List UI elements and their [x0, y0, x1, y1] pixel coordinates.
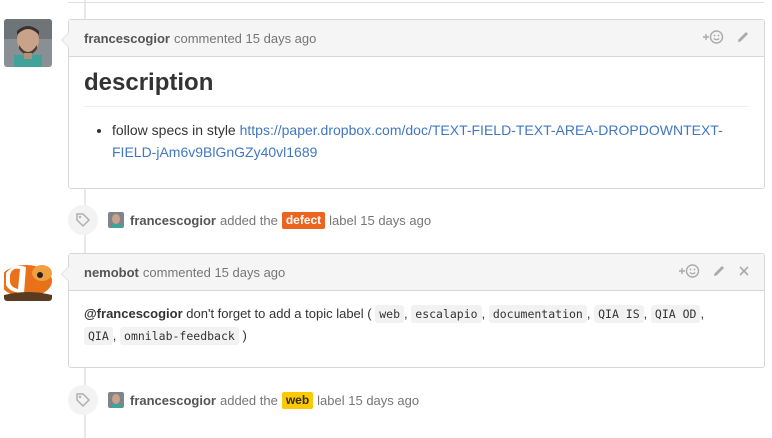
event-text: added the — [219, 212, 278, 228]
event-author[interactable]: francescogior — [130, 393, 216, 408]
tag-icon — [68, 205, 98, 235]
event-time: label 15 days ago — [317, 392, 420, 408]
comment-header: nemobot commented 15 days ago — [69, 254, 764, 291]
avatar-nemobot[interactable] — [4, 253, 52, 301]
separator: , — [112, 328, 117, 343]
tag-icon — [68, 385, 98, 415]
event-text: added the — [219, 392, 278, 408]
comment-action: commented — [173, 30, 242, 46]
pencil-icon[interactable] — [736, 30, 750, 47]
user-mention[interactable]: @francescogior — [84, 306, 183, 321]
comment-time[interactable]: 15 days ago — [246, 31, 317, 46]
avatar-small[interactable] — [108, 212, 124, 228]
topic-label-code: QIA OD — [650, 305, 701, 323]
comment-author[interactable]: nemobot — [84, 265, 139, 280]
label-event-defect: francescogior added the defect label 15 … — [68, 205, 431, 235]
comment-card-nemobot: nemobot commented 15 days ago @francesco… — [61, 253, 765, 368]
topic-label-code: web — [375, 305, 405, 323]
message-text: don't forget to add a topic label ( — [186, 306, 372, 321]
comment-actions — [678, 254, 750, 290]
avatar-francescogior[interactable] — [4, 19, 52, 67]
avatar-small[interactable] — [108, 392, 124, 408]
description-list: follow specs in style https://paper.drop… — [84, 119, 749, 163]
description-heading: description — [84, 57, 749, 107]
bullet-text: follow specs in style — [112, 122, 236, 138]
separator: , — [700, 306, 705, 321]
label-badge-defect[interactable]: defect — [281, 211, 326, 229]
topic-label-code: QIA — [84, 327, 113, 345]
separator: , — [643, 306, 648, 321]
topic-label-code: omnilab-feedback — [120, 327, 239, 345]
topic-label-code: documentation — [488, 305, 587, 323]
comment-card-description: francescogior commented 15 days ago desc… — [61, 19, 765, 189]
event-time: label 15 days ago — [329, 212, 432, 228]
comment-actions — [702, 20, 750, 56]
list-item: follow specs in style https://paper.drop… — [112, 119, 749, 163]
comment-header: francescogior commented 15 days ago — [69, 20, 764, 57]
smiley-plus-icon[interactable] — [702, 29, 724, 48]
spec-link-part1[interactable]: https://paper.dropbox.com/doc/TEXT-FIELD… — [240, 122, 723, 138]
separator: , — [404, 306, 408, 321]
topic-label-code: escalapio — [411, 305, 482, 323]
separator: , — [481, 306, 486, 321]
comment-body: description follow specs in style https:… — [69, 57, 764, 163]
smiley-plus-icon[interactable] — [678, 263, 700, 282]
separator: , — [586, 306, 591, 321]
topic-label-code: QIA IS — [594, 305, 644, 323]
previous-item-edge — [68, 0, 764, 3]
comment-author[interactable]: francescogior — [84, 31, 170, 46]
close-icon[interactable] — [738, 265, 750, 280]
comment-action: commented — [142, 264, 211, 280]
label-badge-web[interactable]: web — [281, 391, 314, 409]
comment-time[interactable]: 15 days ago — [214, 265, 285, 280]
close-paren: ) — [242, 328, 247, 343]
label-event-web: francescogior added the web label 15 day… — [68, 385, 419, 415]
spec-link-part2[interactable]: FIELD-jAm6v9BlGnGZy40vl1689 — [112, 144, 317, 160]
event-author[interactable]: francescogior — [130, 213, 216, 228]
comment-body: @francescogior don't forget to add a top… — [69, 291, 764, 360]
nemobot-message: @francescogior don't forget to add a top… — [84, 291, 749, 360]
pencil-icon[interactable] — [712, 264, 726, 281]
